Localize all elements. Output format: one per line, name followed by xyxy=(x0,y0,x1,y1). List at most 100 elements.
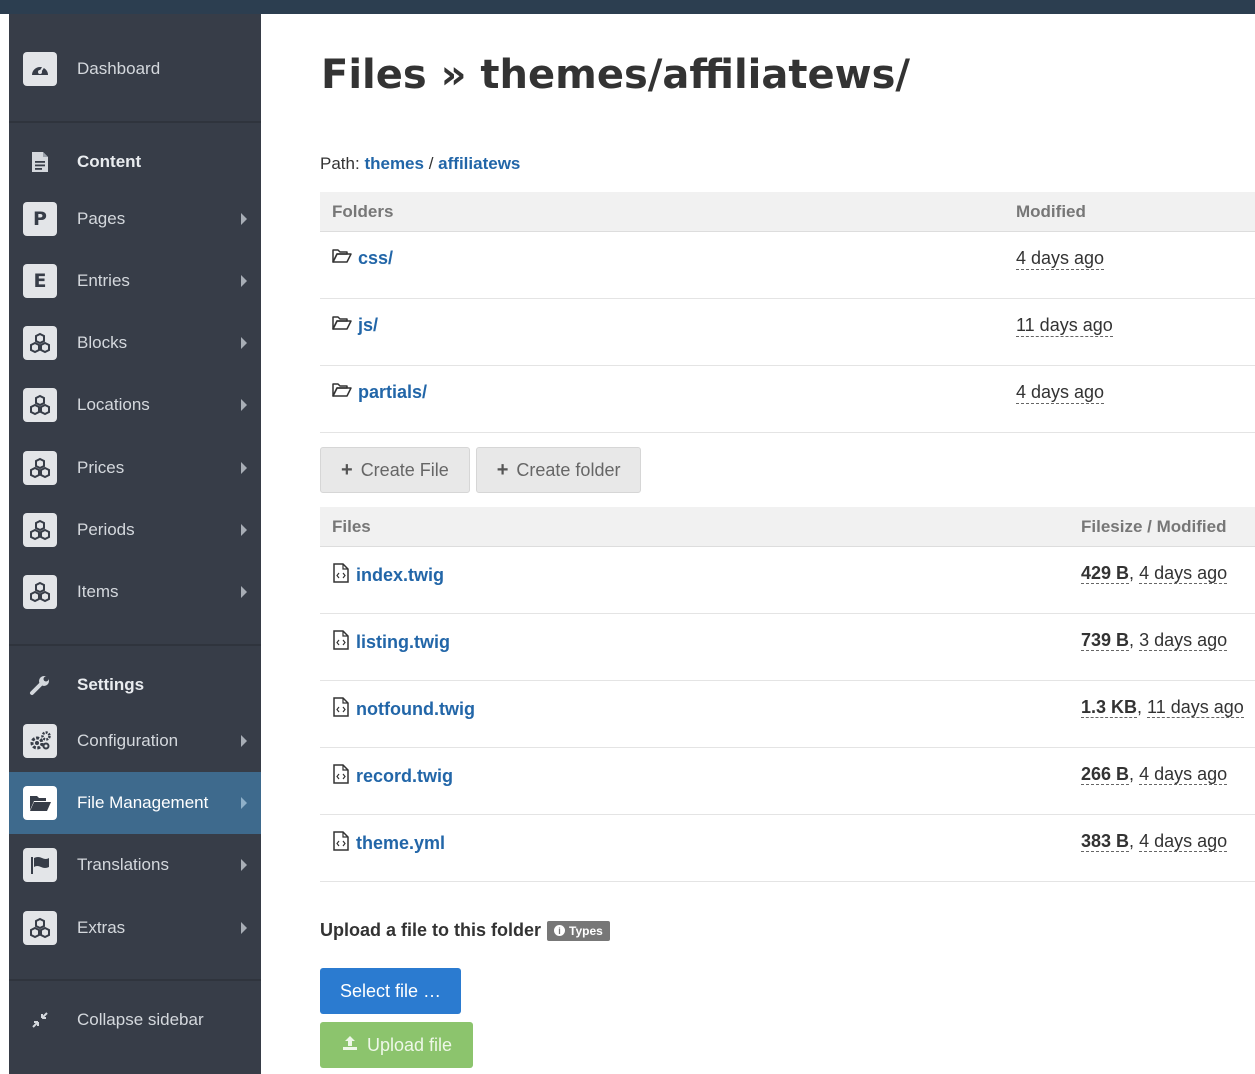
folder-row: css/ 4 days ago xyxy=(320,232,1255,299)
folder-link[interactable]: css/ xyxy=(358,248,393,269)
sidebar-item-pages[interactable]: P Pages xyxy=(9,188,261,250)
create-folder-button[interactable]: + Create folder xyxy=(475,447,642,493)
caret-right-icon xyxy=(241,524,247,536)
create-buttons: + Create File + Create folder xyxy=(320,447,642,493)
sidebar-item-label: Pages xyxy=(77,209,126,228)
file-meta: 383 B, 4 days ago xyxy=(1081,831,1228,852)
sidebar-item-entries[interactable]: E Entries xyxy=(9,250,261,312)
caret-right-icon xyxy=(241,735,247,747)
sidebar-item-extras[interactable]: Extras xyxy=(9,897,261,959)
caret-right-icon xyxy=(241,922,247,934)
section-label: Content xyxy=(77,152,142,171)
file-name-cell: record.twig xyxy=(332,764,453,789)
caret-right-icon xyxy=(241,797,247,809)
create-folder-label: Create folder xyxy=(516,459,621,480)
sidebar-item-label: Prices xyxy=(77,458,125,477)
file-name-cell: theme.yml xyxy=(332,831,445,856)
sidebar-item-file-management[interactable]: File Management xyxy=(9,772,261,834)
modified-date: 4 days ago xyxy=(1016,248,1105,270)
file-meta: 1.3 KB, 11 days ago xyxy=(1081,697,1244,718)
sidebar-item-dashboard[interactable]: Dashboard xyxy=(9,38,261,100)
caret-right-icon xyxy=(241,462,247,474)
file-code-icon xyxy=(332,831,350,856)
select-file-button[interactable]: Select file … xyxy=(320,968,461,1014)
folder-name-cell: js/ xyxy=(332,315,378,336)
sidebar-item-label: Periods xyxy=(77,520,135,539)
left-edge xyxy=(0,14,9,1074)
folder-link[interactable]: js/ xyxy=(358,315,378,336)
file-link[interactable]: index.twig xyxy=(356,565,444,586)
page-title: Files » themes/affiliatews/ xyxy=(321,52,910,98)
sidebar-divider xyxy=(9,979,261,981)
folder-open-icon xyxy=(332,315,352,336)
caret-right-icon xyxy=(241,275,247,287)
file-link[interactable]: theme.yml xyxy=(356,833,445,854)
breadcrumb: Path: themes / affiliatews xyxy=(320,154,520,174)
file-row: index.twig 429 B, 4 days ago xyxy=(320,547,1255,614)
caret-right-icon xyxy=(241,337,247,349)
folders-table: Folders Modified css/ 4 days ago js/ 11 … xyxy=(320,192,1255,433)
sidebar-item-label: Items xyxy=(77,582,119,601)
sidebar-item-label: Dashboard xyxy=(77,59,161,78)
breadcrumb-link-themes[interactable]: themes xyxy=(364,154,424,173)
upload-file-button[interactable]: Upload file xyxy=(320,1022,473,1068)
file-size: 739 B xyxy=(1081,630,1130,651)
modified-date: 4 days ago xyxy=(1016,382,1105,404)
folder-link[interactable]: partials/ xyxy=(358,382,427,403)
sidebar-section-settings: Settings xyxy=(9,654,261,716)
cubes-icon xyxy=(23,326,57,360)
compress-icon xyxy=(23,1003,57,1037)
file-name-cell: notfound.twig xyxy=(332,697,475,722)
folder-open-icon xyxy=(23,786,57,820)
modified-date: 11 days ago xyxy=(1016,315,1113,337)
page-title-separator: » xyxy=(440,52,467,98)
upload-file-label: Upload file xyxy=(366,1034,453,1055)
collapse-sidebar-button[interactable]: Collapse sidebar xyxy=(9,989,261,1051)
breadcrumb-link-affiliatews[interactable]: affiliatews xyxy=(438,154,520,173)
sidebar-item-blocks[interactable]: Blocks xyxy=(9,312,261,374)
file-row: listing.twig 739 B, 3 days ago xyxy=(320,614,1255,681)
plus-icon: + xyxy=(496,458,509,481)
folders-table-header: Folders Modified xyxy=(320,192,1255,232)
folder-name-cell: css/ xyxy=(332,248,393,269)
upload-section-label: Upload a file to this folder i Types xyxy=(320,920,610,941)
file-row: theme.yml 383 B, 4 days ago xyxy=(320,815,1255,882)
path-label: Path: xyxy=(320,154,360,173)
cubes-icon xyxy=(23,513,57,547)
file-meta: 739 B, 3 days ago xyxy=(1081,630,1228,651)
collapse-sidebar-label: Collapse sidebar xyxy=(77,1010,204,1029)
files-table: Files Filesize / Modified index.twig 429… xyxy=(320,507,1255,882)
types-badge[interactable]: i Types xyxy=(547,920,610,941)
sidebar-item-label: Entries xyxy=(77,271,130,290)
file-link[interactable]: notfound.twig xyxy=(356,699,475,720)
types-badge-label: Types xyxy=(569,923,603,938)
sidebar-item-locations[interactable]: Locations xyxy=(9,374,261,436)
create-file-label: Create File xyxy=(360,459,449,480)
sidebar-item-label: Extras xyxy=(77,918,126,937)
main-content: Files » themes/affiliatews/ Path: themes… xyxy=(261,14,1255,1074)
file-meta: 266 B, 4 days ago xyxy=(1081,764,1228,785)
folder-name-cell: partials/ xyxy=(332,382,427,403)
sidebar-item-items[interactable]: Items xyxy=(9,561,261,623)
top-bar xyxy=(0,0,1255,14)
file-meta: 429 B, 4 days ago xyxy=(1081,563,1228,584)
sidebar-item-prices[interactable]: Prices xyxy=(9,437,261,499)
column-header-filesize-modified: Filesize / Modified xyxy=(1081,516,1227,536)
breadcrumb-separator: / xyxy=(428,154,434,173)
modified-date: 4 days ago xyxy=(1139,831,1228,852)
file-code-icon xyxy=(332,563,350,588)
file-size: 1.3 KB xyxy=(1081,697,1138,718)
caret-right-icon xyxy=(241,859,247,871)
file-link[interactable]: record.twig xyxy=(356,766,453,787)
sidebar-item-translations[interactable]: Translations xyxy=(9,834,261,896)
sidebar-item-periods[interactable]: Periods xyxy=(9,499,261,561)
caret-right-icon xyxy=(241,213,247,225)
cubes-icon xyxy=(23,451,57,485)
create-file-button[interactable]: + Create File xyxy=(320,447,470,493)
file-link[interactable]: listing.twig xyxy=(356,632,450,653)
plus-icon: + xyxy=(341,458,353,481)
sidebar-item-configuration[interactable]: Configuration xyxy=(9,710,261,772)
column-header-modified: Modified xyxy=(1016,201,1086,221)
upload-label-text: Upload a file to this folder xyxy=(320,920,542,940)
file-row: notfound.twig 1.3 KB, 11 days ago xyxy=(320,681,1255,748)
